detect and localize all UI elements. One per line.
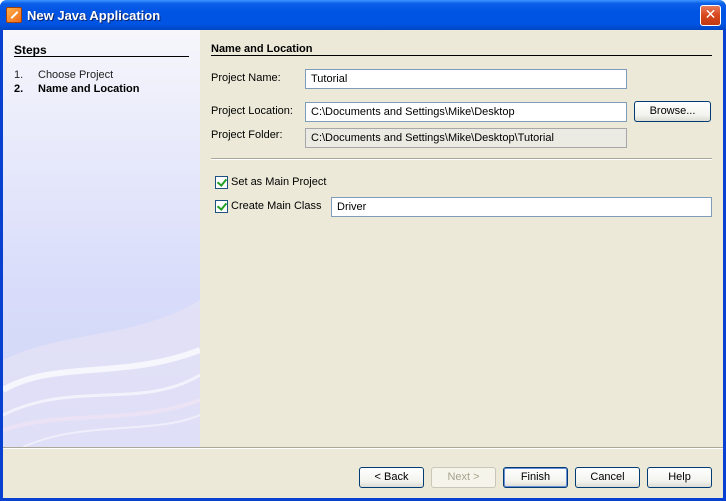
project-location-label: Project Location: [211,105,293,117]
step-number: 1. [14,69,24,81]
step-choose-project: 1. Choose Project [14,69,113,81]
panel-title-divider [211,55,712,56]
dialog-window: New Java Application ✕ Steps 1. Choose Pr… [0,0,726,501]
step-label: Choose Project [38,69,114,81]
finish-button[interactable]: Finish [503,467,568,488]
title-bar[interactable]: New Java Application ✕ [0,0,726,30]
project-name-label: Project Name: [211,72,281,84]
dialog-content: Steps 1. Choose Project 2. Name and Locati… [3,30,723,498]
project-name-input[interactable]: Tutorial [305,69,627,89]
button-bar-divider [3,447,723,449]
project-location-input[interactable]: C:\Documents and Settings\Mike\Desktop [305,102,627,122]
steps-heading: Steps [14,43,47,57]
window-title: New Java Application [27,8,161,23]
step-name-and-location: 2. Name and Location [14,83,139,95]
steps-panel: Steps 1. Choose Project 2. Name and Locati… [3,30,200,447]
create-main-class-label[interactable]: Create Main Class [231,200,321,212]
help-button[interactable]: Help [647,467,712,488]
next-button[interactable]: Next > [431,467,496,488]
back-button[interactable]: < Back [359,467,424,488]
create-main-class-checkbox[interactable] [215,200,228,213]
main-class-input[interactable]: Driver [331,197,712,217]
set-main-project-label[interactable]: Set as Main Project [231,176,326,188]
browse-button[interactable]: Browse... [634,101,711,122]
cancel-button[interactable]: Cancel [575,467,640,488]
step-number: 2. [14,83,24,95]
steps-divider [14,56,189,57]
project-folder-label: Project Folder: [211,129,283,141]
step-label: Name and Location [38,83,140,95]
section-separator [211,158,712,160]
panel-title: Name and Location [211,43,313,55]
project-folder-field: C:\Documents and Settings\Mike\Desktop\T… [305,128,627,148]
close-button[interactable]: ✕ [700,5,721,26]
java-app-icon [6,7,22,23]
set-main-project-checkbox[interactable] [215,176,228,189]
